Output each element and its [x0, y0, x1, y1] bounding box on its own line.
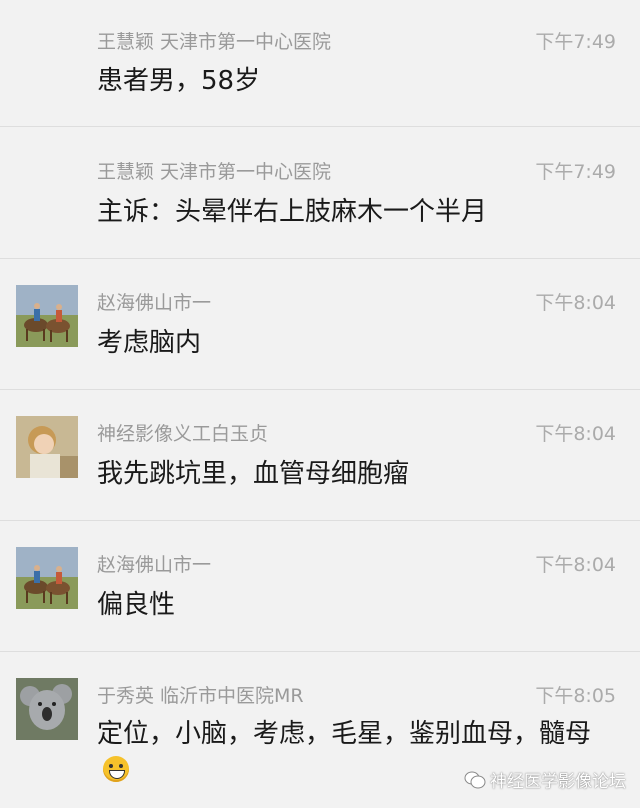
message-item: 王慧颖 天津市第一中心医院 下午7:49 主诉：头晕伴右上肢麻木一个半月 [0, 127, 640, 259]
message-time: 下午7:49 [535, 161, 616, 183]
grinning-face-icon [103, 756, 129, 782]
avatar[interactable] [16, 416, 78, 478]
horse-riders-photo [16, 285, 78, 347]
avatar[interactable] [16, 547, 78, 609]
sender-name[interactable]: 王慧颖 天津市第一中心医院 [97, 27, 331, 54]
message-text: 偏良性 [97, 590, 176, 620]
message-time: 下午8:05 [535, 685, 616, 707]
sender-name[interactable]: 赵海佛山市一 [97, 550, 211, 577]
sender-name[interactable]: 神经影像义工白玉贞 [97, 419, 268, 446]
child-portrait-photo [16, 416, 78, 478]
message-item: 神经影像义工白玉贞 下午8:04 我先跳坑里，血管母细胞瘤 [0, 390, 640, 521]
message-text: 患者男，58岁 [97, 66, 261, 96]
watermark: 神经医学影像论坛 [464, 767, 626, 792]
message-text: 主诉：头晕伴右上肢麻木一个半月 [97, 197, 488, 227]
message-text-content: 定位，小脑，考虑，毛星，鉴别血母，髓母 [97, 719, 592, 749]
avatar[interactable] [16, 285, 78, 347]
koala-photo [16, 678, 78, 740]
watermark-text: 神经医学影像论坛 [490, 772, 626, 792]
message-time: 下午7:49 [535, 31, 616, 53]
message-time: 下午8:04 [535, 554, 616, 576]
message-time: 下午8:04 [535, 292, 616, 314]
message-text: 考虑脑内 [97, 328, 202, 358]
sender-name[interactable]: 王慧颖 天津市第一中心医院 [97, 157, 331, 184]
horse-riders-photo [16, 547, 78, 609]
wechat-icon [464, 771, 486, 788]
message-item: 赵海佛山市一 下午8:04 偏良性 [0, 521, 640, 652]
message-item: 王慧颖 天津市第一中心医院 下午7:49 患者男，58岁 [0, 0, 640, 127]
sender-name[interactable]: 赵海佛山市一 [97, 288, 211, 315]
chat-log: 王慧颖 天津市第一中心医院 下午7:49 患者男，58岁 王慧颖 天津市第一中心… [0, 0, 640, 808]
message-item: 赵海佛山市一 下午8:04 考虑脑内 [0, 259, 640, 390]
message-text: 我先跳坑里，血管母细胞瘤 [97, 459, 410, 489]
avatar[interactable] [16, 678, 78, 740]
sender-name[interactable]: 于秀英 临沂市中医院MR [97, 681, 304, 708]
message-time: 下午8:04 [535, 423, 616, 445]
